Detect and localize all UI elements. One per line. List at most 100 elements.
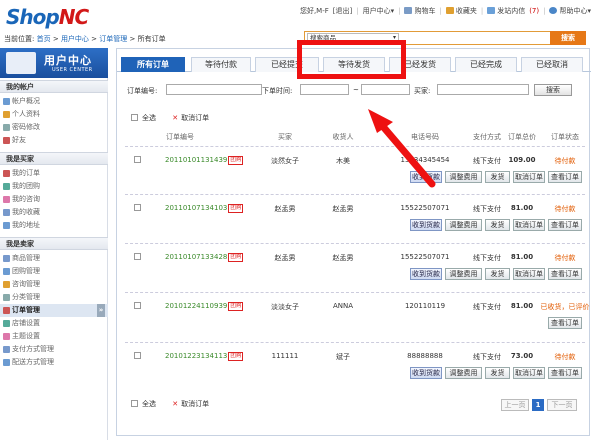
order-total: 73.00 xyxy=(510,352,534,360)
shopnc-logo[interactable]: ShopNC xyxy=(6,5,89,29)
sidebar-item-label: 个人资料 xyxy=(12,110,40,118)
user-center-menu[interactable]: 用户中心▾ xyxy=(363,6,395,16)
select-all-checkbox[interactable] xyxy=(131,400,138,407)
sidebar-item-label: 分类管理 xyxy=(12,293,40,301)
action-button[interactable]: 收到货款 xyxy=(410,219,442,231)
filter-search-button[interactable]: 搜索 xyxy=(534,84,572,96)
action-button[interactable]: 查看订单 xyxy=(548,171,582,183)
time-end-input[interactable] xyxy=(361,84,410,95)
column-header: 订单编号 xyxy=(166,133,194,141)
action-button[interactable]: 取消订单 xyxy=(513,219,545,231)
order-number-link[interactable]: 20110101131439 团购 xyxy=(165,156,244,165)
prev-page-button[interactable]: 上一页 xyxy=(501,399,529,411)
menu-icon xyxy=(3,359,10,366)
sidebar-item[interactable]: 商品管理 xyxy=(0,252,108,265)
sidebar-item[interactable]: 好友 xyxy=(0,134,108,147)
action-button[interactable]: 发货 xyxy=(485,367,510,379)
action-button[interactable]: 发货 xyxy=(485,219,510,231)
group-buy-badge: 团购 xyxy=(228,204,244,213)
row-checkbox[interactable] xyxy=(134,156,141,163)
bulk-cancel-link[interactable]: 取消订单 xyxy=(181,400,209,408)
breadcrumb-orders[interactable]: 订单管理 xyxy=(99,35,127,43)
action-button[interactable]: 发货 xyxy=(485,171,510,183)
tab-6[interactable]: 已经取消 xyxy=(521,57,583,72)
order-total: 81.00 xyxy=(510,302,534,310)
order-number-link[interactable]: 20110107134103 团购 xyxy=(165,204,244,213)
menu-icon xyxy=(3,98,10,105)
column-header: 买家 xyxy=(278,133,292,141)
favorites-icon xyxy=(445,7,454,14)
action-button[interactable]: 收到货款 xyxy=(410,268,442,280)
sidebar-group-1: 我是买家 xyxy=(0,152,108,165)
search-button[interactable]: 搜索 xyxy=(550,31,586,45)
bulk-cancel-link[interactable]: 取消订单 xyxy=(181,114,209,122)
tab-0[interactable]: 所有订单 xyxy=(121,57,185,72)
menu-icon xyxy=(3,170,10,177)
sidebar-item-label: 帐户概况 xyxy=(12,97,40,105)
action-button[interactable]: 取消订单 xyxy=(513,367,545,379)
logout-link[interactable]: [退出] xyxy=(333,6,352,16)
order-status: 待付款 xyxy=(554,353,576,361)
tab-5[interactable]: 已经完成 xyxy=(455,57,517,72)
payment-method: 线下支付 xyxy=(473,353,501,361)
time-start-input[interactable] xyxy=(300,84,349,95)
sidebar-item[interactable]: 订单管理 » xyxy=(0,304,108,317)
row-checkbox[interactable] xyxy=(134,253,141,260)
row-checkbox[interactable] xyxy=(134,352,141,359)
tab-1[interactable]: 等待付款 xyxy=(191,57,251,72)
table-row: 20110101131439 团购 淡然女子 木美 13134345454 线下支付 109… xyxy=(125,146,585,194)
row-actions: 收到货款 调整费用 发货 取消订单 查看订单 xyxy=(410,171,585,183)
sidebar-item[interactable]: 我的团购 xyxy=(0,180,108,193)
action-button[interactable]: 调整费用 xyxy=(445,268,482,280)
menu-icon xyxy=(3,222,10,229)
sidebar-item[interactable]: 店铺设置 xyxy=(0,317,108,330)
sidebar-item[interactable]: 密码修改 xyxy=(0,121,108,134)
sidebar-item[interactable]: 我的订单 xyxy=(0,167,108,180)
sidebar-item[interactable]: 支付方式管理 xyxy=(0,343,108,356)
action-button[interactable]: 取消订单 xyxy=(513,268,545,280)
messages-count[interactable]: (7) xyxy=(529,7,539,15)
sidebar-item[interactable]: 主题设置 xyxy=(0,330,108,343)
action-button[interactable]: 收到货款 xyxy=(410,367,442,379)
row-checkbox[interactable] xyxy=(134,204,141,211)
messages-link[interactable]: 发站内信 xyxy=(487,6,525,16)
action-button[interactable]: 发货 xyxy=(485,268,510,280)
order-status: 待付款 xyxy=(554,254,576,262)
select-all-checkbox[interactable] xyxy=(131,114,138,121)
action-button[interactable]: 查看订单 xyxy=(548,317,582,329)
sidebar-item[interactable]: 个人资料 xyxy=(0,108,108,121)
action-button[interactable]: 查看订单 xyxy=(548,268,582,280)
breadcrumb-user-center[interactable]: 用户中心 xyxy=(61,35,89,43)
action-button[interactable]: 取消订单 xyxy=(513,171,545,183)
pagination: 上一页 1 下一页 xyxy=(501,399,581,411)
group-buy-badge: 团购 xyxy=(228,302,244,311)
sidebar-item[interactable]: 团购管理 xyxy=(0,265,108,278)
action-button[interactable]: 调整费用 xyxy=(445,367,482,379)
sidebar-item[interactable]: 分类管理 xyxy=(0,291,108,304)
next-page-button[interactable]: 下一页 xyxy=(547,399,577,411)
order-number-link[interactable]: 20101223134113 团购 xyxy=(165,352,244,361)
buyer-input[interactable] xyxy=(437,84,529,95)
row-checkbox[interactable] xyxy=(134,302,141,309)
sidebar-item[interactable]: 帐户概况 xyxy=(0,95,108,108)
help-link[interactable]: 帮助中心▾ xyxy=(549,6,591,16)
sidebar-item[interactable]: 咨询管理 xyxy=(0,278,108,291)
favorites-link[interactable]: 收藏夹 xyxy=(445,6,477,16)
sidebar-item[interactable]: 我的收藏 xyxy=(0,206,108,219)
breadcrumb-home[interactable]: 首页 xyxy=(37,35,51,43)
action-button[interactable]: 查看订单 xyxy=(548,367,582,379)
action-button[interactable]: 调整费用 xyxy=(445,219,482,231)
order-number-link[interactable]: 20110107133428 团购 xyxy=(165,253,244,262)
sidebar-item[interactable]: 配送方式管理 xyxy=(0,356,108,369)
phone-number: 15522507071 xyxy=(400,204,450,212)
active-arrow-icon: » xyxy=(97,304,105,317)
page-number[interactable]: 1 xyxy=(532,399,544,411)
action-button[interactable]: 查看订单 xyxy=(548,219,582,231)
action-button[interactable]: 收到货款 xyxy=(410,171,442,183)
action-button[interactable]: 调整费用 xyxy=(445,171,482,183)
order-no-input[interactable] xyxy=(166,84,262,95)
sidebar-item[interactable]: 我的咨询 xyxy=(0,193,108,206)
sidebar-item[interactable]: 我的地址 xyxy=(0,219,108,232)
order-number-link[interactable]: 20101224110939 团购 xyxy=(165,302,244,311)
cart-link[interactable]: 购物车 xyxy=(404,6,435,16)
